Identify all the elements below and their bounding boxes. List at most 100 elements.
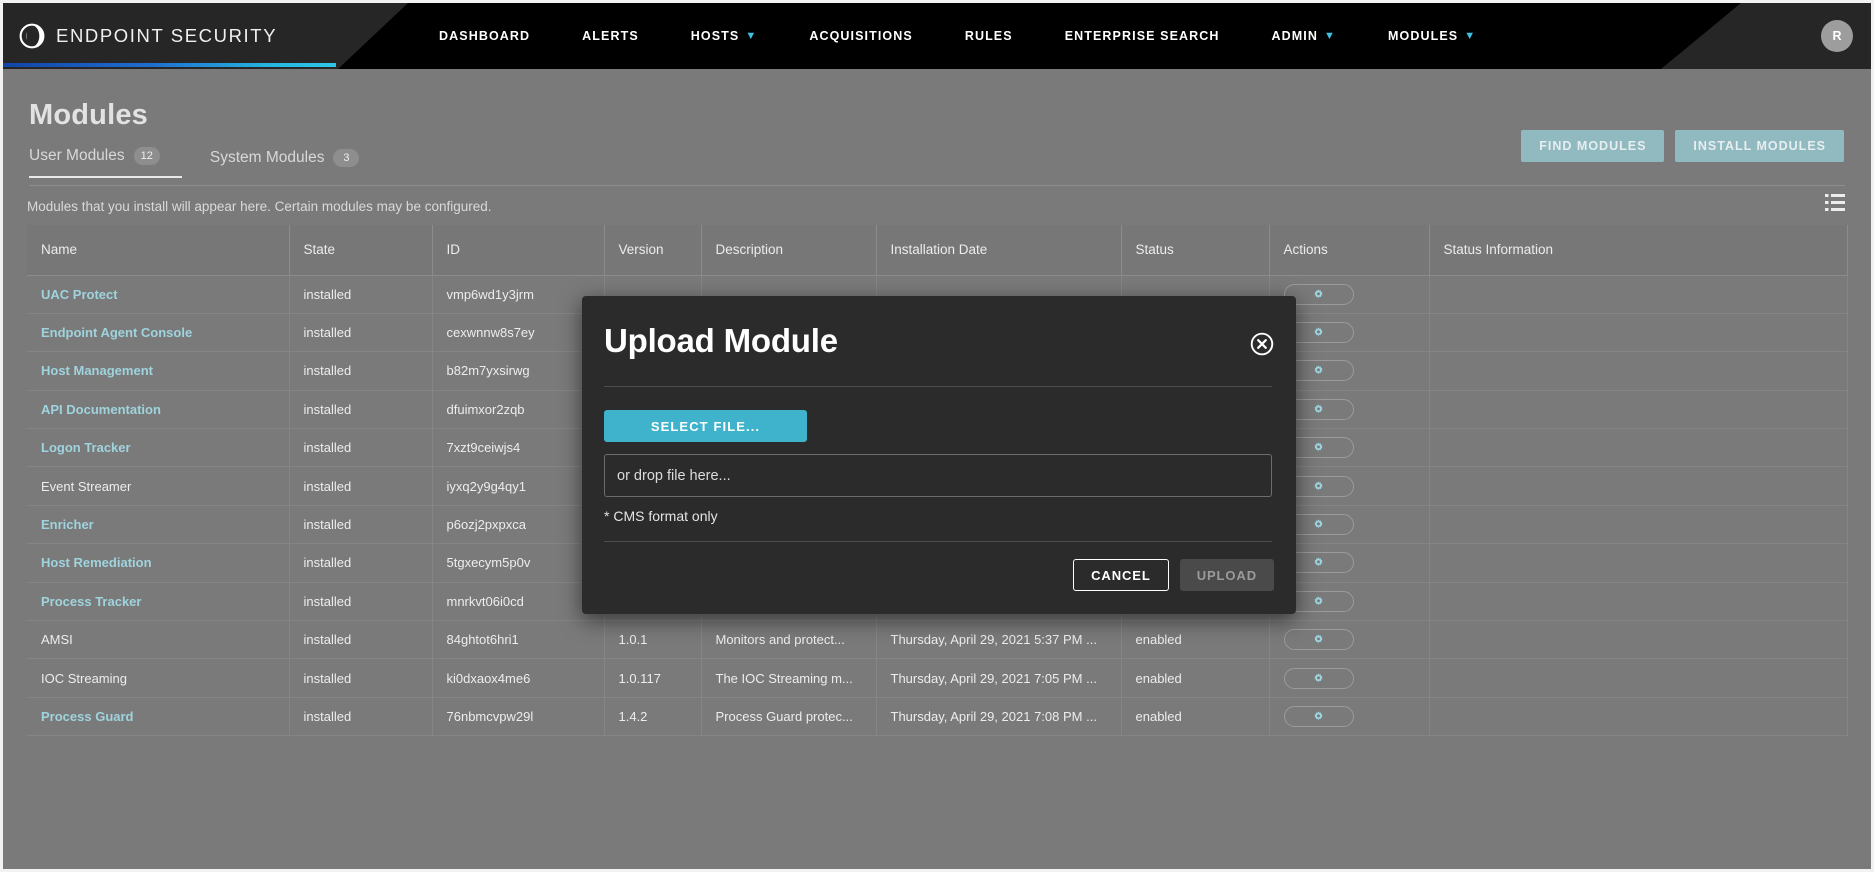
cell-name[interactable]: IOC Streaming xyxy=(27,658,290,698)
cell-actions[interactable] xyxy=(1269,620,1430,660)
table-header-row: Name State ID Version Description Instal… xyxy=(27,225,1848,276)
column-header-version[interactable]: Version xyxy=(604,225,702,276)
cell-name[interactable]: Process Guard xyxy=(27,697,290,737)
chevron-down-icon: ▼ xyxy=(1324,29,1336,42)
cell-version: 1.0.117 xyxy=(604,658,702,698)
row-settings-button[interactable] xyxy=(1283,667,1354,689)
cell-status-information xyxy=(1429,543,1848,583)
cell-name[interactable]: Host Management xyxy=(27,351,290,391)
gear-icon xyxy=(1314,519,1323,529)
row-settings-button[interactable] xyxy=(1283,705,1354,727)
module-name-link[interactable]: UAC Protect xyxy=(41,287,118,302)
nav-item-hosts[interactable]: HOSTS ▼ xyxy=(665,29,784,43)
column-header-actions[interactable]: Actions xyxy=(1269,225,1430,276)
module-name-link[interactable]: Host Management xyxy=(41,363,153,378)
table-row[interactable]: IOC Streaming installed ki0dxaox4me6 1.0.11… xyxy=(27,658,1848,698)
cell-name[interactable]: UAC Protect xyxy=(27,275,290,314)
cell-name[interactable]: Enricher xyxy=(27,505,290,545)
cell-actions[interactable] xyxy=(1269,658,1430,698)
cell-name[interactable]: Logon Tracker xyxy=(27,428,290,468)
module-name-link[interactable]: Host Remediation xyxy=(41,555,152,570)
module-name-link[interactable]: Logon Tracker xyxy=(41,440,131,455)
column-header-state[interactable]: State xyxy=(289,225,433,276)
cell-status-information xyxy=(1429,582,1848,622)
cell-name[interactable]: Host Remediation xyxy=(27,543,290,583)
cell-id: 7xzt9ceiwjs4 xyxy=(432,428,605,468)
nav-label: RULES xyxy=(964,29,1013,43)
cell-id: b82m7yxsirwg xyxy=(432,351,605,391)
cell-name[interactable]: Endpoint Agent Console xyxy=(27,313,290,353)
table-row[interactable]: AMSI installed 84ghtot6hri1 1.0.1 Monitors a… xyxy=(27,620,1848,660)
cell-status-information xyxy=(1429,313,1848,353)
nav-item-enterprise-search[interactable]: ENTERPRISE SEARCH xyxy=(1039,29,1246,43)
nav-item-modules[interactable]: MODULES ▼ xyxy=(1362,29,1502,43)
nav-item-acquisitions[interactable]: ACQUISITIONS xyxy=(783,29,938,43)
gear-icon xyxy=(1314,673,1323,682)
top-navigation-bar: ENDPOINT SECURITY DASHBOARD ALERTS HOSTS… xyxy=(3,3,1871,69)
module-name-link[interactable]: Process Guard xyxy=(41,709,134,724)
nav-label: ADMIN xyxy=(1271,29,1318,43)
cell-status: enabled xyxy=(1121,697,1270,737)
column-header-status[interactable]: Status xyxy=(1121,225,1270,276)
cell-version: 1.0.1 xyxy=(604,620,702,660)
gear-icon xyxy=(1314,327,1323,337)
nav-item-dashboard[interactable]: DASHBOARD xyxy=(413,29,556,43)
upload-button[interactable]: UPLOAD xyxy=(1179,559,1274,591)
close-circle-icon[interactable] xyxy=(1250,332,1274,356)
cell-name[interactable]: Event Streamer xyxy=(27,466,290,506)
cell-id: vmp6wd1y3jrm xyxy=(432,275,605,314)
dialog-divider-top xyxy=(604,386,1272,387)
module-name-link[interactable]: Endpoint Agent Console xyxy=(41,325,192,340)
column-header-id[interactable]: ID xyxy=(432,225,605,276)
cell-name[interactable]: API Documentation xyxy=(27,390,290,430)
tab-system-modules[interactable]: System Modules 3 xyxy=(210,149,382,178)
install-modules-button[interactable]: INSTALL MODULES xyxy=(1675,130,1844,162)
cell-actions[interactable] xyxy=(1269,697,1430,737)
cell-name[interactable]: Process Tracker xyxy=(27,582,290,622)
nav-item-admin[interactable]: ADMIN ▼ xyxy=(1246,29,1362,43)
cell-state: installed xyxy=(289,428,433,468)
cell-installation-date: Thursday, April 29, 2021 7:05 PM ... xyxy=(876,658,1122,698)
cell-status-information xyxy=(1429,697,1848,737)
column-header-name[interactable]: Name xyxy=(27,225,290,276)
cell-description: The IOC Streaming m... xyxy=(701,658,877,698)
column-header-installation-date[interactable]: Installation Date xyxy=(876,225,1122,276)
find-modules-button[interactable]: FIND MODULES xyxy=(1521,130,1665,162)
module-name-link[interactable]: Process Tracker xyxy=(41,594,141,609)
gear-icon xyxy=(1314,634,1323,644)
cell-state: installed xyxy=(289,620,433,660)
cell-state: installed xyxy=(289,351,433,391)
cell-status-information xyxy=(1429,505,1848,545)
cell-state: installed xyxy=(289,390,433,430)
nav-label: ENTERPRISE SEARCH xyxy=(1064,29,1220,43)
page-title: Modules xyxy=(29,99,149,131)
tab-user-modules[interactable]: User Modules 12 xyxy=(29,147,182,178)
column-header-description[interactable]: Description xyxy=(701,225,877,276)
cell-status-information xyxy=(1429,466,1848,506)
cell-state: installed xyxy=(289,466,433,506)
list-view-icon[interactable] xyxy=(1825,194,1845,211)
cell-name[interactable]: AMSI xyxy=(27,620,290,660)
nav-item-alerts[interactable]: ALERTS xyxy=(556,29,665,43)
brand[interactable]: ENDPOINT SECURITY xyxy=(19,3,277,69)
cell-status-information xyxy=(1429,428,1848,468)
cell-status: enabled xyxy=(1121,658,1270,698)
column-header-status-information[interactable]: Status Information xyxy=(1429,225,1848,276)
module-name-link[interactable]: Enricher xyxy=(41,517,94,532)
tab-label: User Modules xyxy=(29,147,125,164)
cancel-button[interactable]: CANCEL xyxy=(1073,559,1169,591)
table-row[interactable]: Process Guard installed 76nbmcvpw29l 1.4.2 P… xyxy=(27,697,1848,737)
cell-id: 76nbmcvpw29l xyxy=(432,697,605,737)
dialog-divider-bottom xyxy=(604,541,1272,542)
file-dropzone[interactable]: or drop file here... xyxy=(604,454,1272,497)
cell-status-information xyxy=(1429,275,1848,314)
module-name-link[interactable]: API Documentation xyxy=(41,402,161,417)
avatar[interactable]: R xyxy=(1821,20,1853,52)
nav-item-rules[interactable]: RULES xyxy=(939,29,1039,43)
cell-status-information xyxy=(1429,620,1848,660)
module-name-link: Event Streamer xyxy=(41,478,132,494)
avatar-initial: R xyxy=(1832,29,1842,43)
cell-id: p6ozj2pxpxca xyxy=(432,505,605,545)
row-settings-button[interactable] xyxy=(1283,629,1354,651)
select-file-button[interactable]: SELECT FILE... xyxy=(604,410,807,442)
